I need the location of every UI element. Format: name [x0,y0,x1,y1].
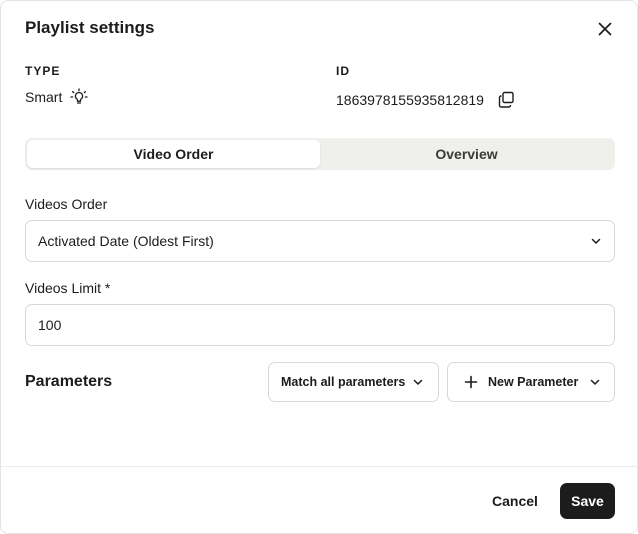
lightbulb-icon [70,88,88,106]
tab-overview[interactable]: Overview [320,140,613,168]
plus-icon [464,375,478,389]
cancel-button[interactable]: Cancel [481,485,549,517]
chevron-down-icon [589,376,601,388]
new-parameter-label: New Parameter [488,375,579,389]
id-label: ID [336,64,350,78]
dialog-title: Playlist settings [25,18,155,37]
save-button[interactable]: Save [560,483,615,519]
chevron-down-icon [412,376,424,388]
footer-divider [1,466,637,467]
type-value: Smart [25,89,63,105]
match-all-parameters-label: Match all parameters [281,375,406,389]
new-parameter-button[interactable]: New Parameter [447,362,615,402]
copy-id-button[interactable] [498,91,515,108]
id-value: 1863978155935812819 [336,91,484,108]
chevron-down-icon [590,235,602,247]
videos-order-select[interactable]: Activated Date (Oldest First) [25,220,615,262]
tab-video-order[interactable]: Video Order [27,140,320,168]
id-value-row: 1863978155935812819 [336,91,515,108]
videos-order-label: Videos Order [25,196,108,212]
match-all-parameters-button[interactable]: Match all parameters [268,362,439,402]
videos-limit-input[interactable] [38,317,602,333]
playlist-settings-dialog: Playlist settings TYPE Smart ID 18639781… [0,0,638,534]
type-label: TYPE [25,64,61,78]
parameters-title: Parameters [25,373,113,390]
copy-icon [498,91,515,108]
settings-tabs: Video Order Overview [25,138,615,170]
videos-limit-label: Videos Limit * [25,280,111,296]
close-icon [598,22,612,36]
videos-limit-field-wrapper [25,304,615,346]
videos-order-selected-value: Activated Date (Oldest First) [38,233,214,249]
type-value-row: Smart [25,88,88,106]
close-button[interactable] [593,17,617,41]
